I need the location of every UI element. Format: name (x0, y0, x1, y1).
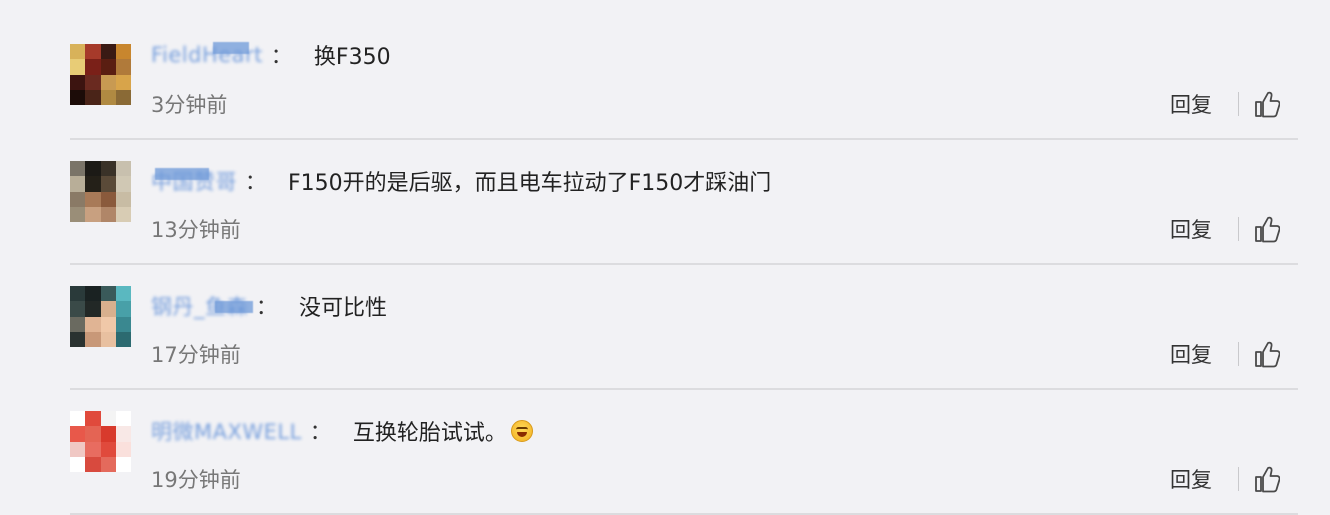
user-avatar[interactable] (70, 411, 131, 472)
author-name-mask (155, 168, 209, 180)
thumbs-up-icon[interactable] (1254, 465, 1280, 493)
comment-timestamp: 19分钟前 (151, 468, 241, 492)
author-colon: ： (309, 420, 331, 444)
user-avatar[interactable] (70, 44, 131, 105)
reply-button[interactable]: 回复 (1170, 89, 1212, 119)
comment-text: 换F350 (313, 45, 391, 70)
comment-item: 钢丹_鱼森 ： 没可比性 17分钟前 回复 (70, 265, 1298, 390)
reply-button[interactable]: 回复 (1170, 214, 1212, 244)
comment-actions: 回复 (1170, 89, 1280, 119)
author-colon: ： (256, 295, 277, 319)
comment-actions: 回复 (1170, 214, 1280, 244)
comment-header: 明微MAXWELL ： 互换轮胎试试。 (151, 416, 533, 446)
comment-text: 互换轮胎试试。 (352, 421, 507, 446)
thumbs-up-icon[interactable] (1254, 215, 1280, 243)
author-name-mask (215, 301, 253, 313)
user-avatar[interactable] (70, 161, 131, 222)
author-colon: ： (245, 170, 266, 194)
action-divider (1238, 217, 1239, 241)
comment-list: FieldHeart ： 换F350 3分钟前 回复 中国赞哥 ： F150开的… (70, 0, 1298, 515)
author-name-mask (213, 42, 249, 54)
comment-text: F150开的是后驱，而且电车拉动了F150才踩油门 (288, 171, 772, 196)
thumbs-up-icon[interactable] (1254, 90, 1280, 118)
laughing-face-emoji-icon (510, 420, 533, 442)
comment-item: FieldHeart ： 换F350 3分钟前 回复 (70, 0, 1298, 140)
author-name[interactable]: 明微MAXWELL (151, 416, 302, 446)
comment-actions: 回复 (1170, 464, 1280, 494)
action-divider (1238, 467, 1239, 491)
user-avatar[interactable] (70, 286, 131, 347)
comment-item: 中国赞哥 ： F150开的是后驱，而且电车拉动了F150才踩油门 13分钟前 回… (70, 140, 1298, 265)
comment-header: FieldHeart ： 换F350 (151, 42, 391, 70)
comment-timestamp: 13分钟前 (151, 218, 241, 242)
comment-item: 明微MAXWELL ： 互换轮胎试试。 19分钟前 回复 (70, 390, 1298, 515)
comment-timestamp: 17分钟前 (151, 343, 241, 367)
action-divider (1238, 92, 1239, 116)
comment-header: 中国赞哥 ： F150开的是后驱，而且电车拉动了F150才踩油门 (151, 168, 772, 196)
reply-button[interactable]: 回复 (1170, 464, 1212, 494)
reply-button[interactable]: 回复 (1170, 339, 1212, 369)
author-colon: ： (270, 44, 292, 68)
comment-text: 没可比性 (299, 296, 388, 321)
comment-actions: 回复 (1170, 339, 1280, 369)
action-divider (1238, 342, 1239, 366)
comment-header: 钢丹_鱼森 ： 没可比性 (151, 293, 388, 321)
comment-timestamp: 3分钟前 (151, 93, 228, 117)
thumbs-up-icon[interactable] (1254, 340, 1280, 368)
